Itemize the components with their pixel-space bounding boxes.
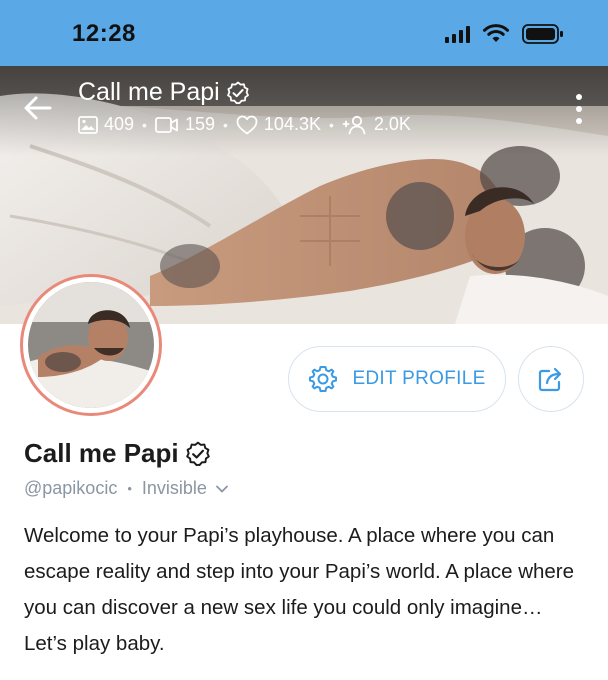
visibility-dropdown[interactable]: Invisible [142,478,229,499]
stat-fans: 2.0K [342,114,411,135]
gear-icon [309,366,338,392]
stat-videos: 159 [155,114,215,135]
wifi-icon [483,24,509,42]
profile-name: Call me Papi [24,438,179,468]
heart-icon [236,115,258,134]
image-icon [78,115,98,134]
cover-stats: 409 • 159 • 104.3K • 2.0K [78,114,411,135]
share-button[interactable] [518,346,584,412]
edit-profile-button[interactable]: EDIT PROFILE [288,346,506,412]
likes-count: 104.3K [263,114,321,134]
visibility-label: Invisible [141,478,207,498]
handle-row: @papikocic • Invisible [24,478,229,499]
cover-title-text: Call me Papi [78,78,220,106]
chevron-down-icon [216,485,228,492]
cover-title: Call me Papi [78,78,250,107]
edit-profile-label: EDIT PROFILE [352,368,486,389]
profile-handle: @papikocic [24,478,118,498]
separator-dot: • [127,481,132,496]
status-bar: 12:28 [0,0,608,66]
stat-likes: 104.3K [236,114,321,135]
share-icon [538,367,562,392]
separator-dot: • [223,116,228,133]
avatar[interactable] [20,274,162,416]
avatar-image [28,282,154,408]
verified-badge-icon [226,81,249,104]
cellular-signal-icon [445,25,470,43]
status-icons [445,24,564,44]
fans-icon [342,115,366,134]
separator-dot: • [328,116,334,133]
stat-photos: 409 [78,114,134,135]
status-time: 12:28 [72,20,136,47]
verified-badge-icon [185,441,210,466]
fans-count: 2.0K [373,114,411,134]
profile-bio: Welcome to your Papi’s playhouse. A plac… [24,524,575,655]
battery-icon [522,24,563,44]
profile-name-row: Call me Papi [24,438,211,469]
back-arrow-icon[interactable] [22,92,54,124]
photos-count: 409 [104,114,135,134]
more-options-icon[interactable] [574,94,584,124]
separator-dot: • [142,116,147,133]
avatar-photo [28,282,154,408]
videos-count: 159 [184,114,215,134]
video-icon [155,116,178,133]
